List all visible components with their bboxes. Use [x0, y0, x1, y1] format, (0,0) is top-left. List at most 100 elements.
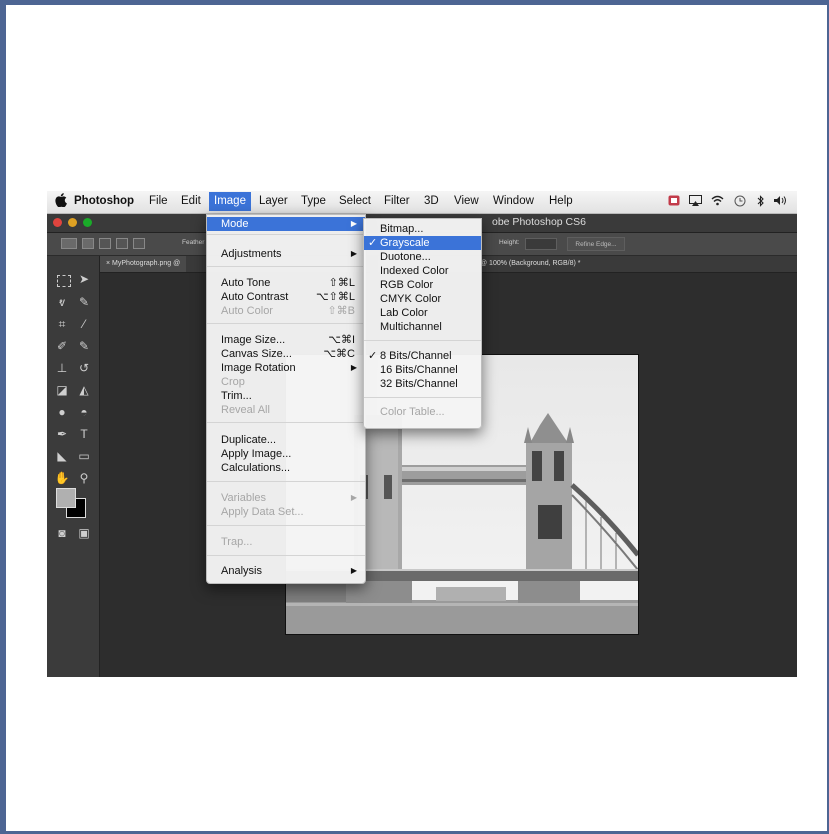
menu-item-grayscale[interactable]: ✓ Grayscale [364, 236, 481, 250]
menu-item-image-size[interactable]: Image Size... ⌥⌘I [207, 333, 365, 347]
menu-item-label: Multichannel [380, 321, 442, 333]
airplay-icon[interactable] [689, 195, 702, 207]
height-input[interactable] [525, 238, 557, 250]
new-selection-icon[interactable] [82, 238, 94, 249]
menu-item-lab-color[interactable]: Lab Color [364, 306, 481, 320]
hand-tool-icon[interactable]: ✋ [53, 469, 71, 487]
menu-item-trap[interactable]: Trap... [207, 535, 365, 549]
menu-item-reveal-all[interactable]: Reveal All [207, 403, 365, 417]
document-tab[interactable]: × MyPhotograph.png @ [100, 256, 187, 272]
intersect-selection-icon[interactable] [133, 238, 145, 249]
menubar-edit[interactable]: Edit [181, 195, 201, 207]
menubar-help[interactable]: Help [549, 195, 573, 207]
clone-stamp-icon[interactable]: ⊥ [53, 359, 71, 377]
menu-item-label: RGB Color [380, 279, 434, 291]
rectangle-tool-icon[interactable]: ▭ [75, 447, 93, 465]
submenu-arrow-icon: ▶ [350, 219, 357, 228]
paint-bucket-icon[interactable]: ◭ [75, 381, 93, 399]
eraser-icon[interactable]: ◪ [53, 381, 71, 399]
menubar-layer[interactable]: Layer [259, 195, 288, 207]
healing-brush-icon[interactable]: ✐ [53, 337, 71, 355]
menu-item-auto-contrast[interactable]: Auto Contrast ⌥⇧⌘L [207, 290, 365, 304]
menubar-select[interactable]: Select [339, 195, 371, 207]
menu-item-apply-data-set[interactable]: Apply Data Set... [207, 505, 365, 519]
menubar-window[interactable]: Window [493, 195, 534, 207]
menu-item-multichannel[interactable]: Multichannel [364, 320, 481, 334]
zoom-window-button[interactable] [83, 218, 92, 227]
menu-item-label: Apply Data Set... [221, 506, 304, 518]
menu-item-auto-tone[interactable]: Auto Tone ⇧⌘L [207, 276, 365, 290]
pen-tool-icon[interactable]: ✒ [53, 425, 71, 443]
menu-item-duotone[interactable]: Duotone... [364, 250, 481, 264]
menu-item-variables[interactable]: Variables ▶ [207, 491, 365, 505]
menu-separator [207, 234, 365, 235]
brush-tool-icon[interactable]: ✎ [75, 337, 93, 355]
menu-item-label: Duplicate... [221, 434, 277, 446]
dodge-tool-icon[interactable]: ◓ [75, 403, 93, 421]
menubar-app-name[interactable]: Photoshop [74, 195, 134, 207]
menu-item-label: Auto Color [221, 305, 273, 317]
menu-item-16-bits[interactable]: 16 Bits/Channel [364, 363, 481, 377]
menu-item-auto-color[interactable]: Auto Color ⇧⌘B [207, 304, 365, 318]
menu-item-label: 8 Bits/Channel [380, 350, 452, 362]
menu-item-bitmap[interactable]: Bitmap... [364, 222, 481, 236]
lasso-tool-icon[interactable]: ⱴ [53, 293, 71, 311]
history-brush-icon[interactable]: ↺ [75, 359, 93, 377]
menu-item-rgb-color[interactable]: RGB Color [364, 278, 481, 292]
menu-item-label: Apply Image... [221, 448, 292, 460]
type-tool-icon[interactable]: T [75, 425, 93, 443]
close-window-button[interactable] [53, 218, 62, 227]
wifi-icon[interactable] [711, 195, 724, 207]
menu-item-shortcut: ⇧⌘L [328, 277, 355, 289]
menu-item-trim[interactable]: Trim... [207, 389, 365, 403]
menu-item-mode[interactable]: Mode ▶ [207, 217, 365, 231]
menu-item-label: Grayscale [380, 237, 430, 249]
menu-item-label: Bitmap... [380, 223, 424, 235]
refine-edge-button[interactable]: Refine Edge... [567, 237, 625, 251]
menubar-3d[interactable]: 3D [424, 195, 439, 207]
menubar-type[interactable]: Type [301, 195, 326, 207]
menu-item-8-bits[interactable]: ✓ 8 Bits/Channel [364, 349, 481, 363]
menu-item-adjustments[interactable]: Adjustments ▶ [207, 247, 365, 261]
menubar-file[interactable]: File [149, 195, 168, 207]
menu-item-color-table[interactable]: Color Table... [364, 405, 481, 419]
move-tool-icon[interactable]: ➤ [75, 270, 93, 288]
menu-item-calculations[interactable]: Calculations... [207, 461, 365, 475]
menubar-image[interactable]: Image [209, 192, 251, 211]
quick-mask-icon[interactable]: ◙ [53, 524, 71, 542]
menu-item-crop[interactable]: Crop [207, 375, 365, 389]
menubar-view[interactable]: View [454, 195, 479, 207]
minimize-window-button[interactable] [68, 218, 77, 227]
marquee-tool-preset[interactable] [61, 238, 77, 249]
foreground-color-swatch[interactable] [56, 488, 76, 508]
quick-selection-icon[interactable]: ✎ [75, 293, 93, 311]
zoom-tool-icon[interactable]: ⚲ [75, 469, 93, 487]
bluetooth-icon[interactable] [754, 195, 767, 207]
window-title: obe Photoshop CS6 [492, 216, 586, 228]
time-machine-icon[interactable] [733, 195, 746, 207]
menu-item-apply-image[interactable]: Apply Image... [207, 447, 365, 461]
subtract-selection-icon[interactable] [116, 238, 128, 249]
menu-item-duplicate[interactable]: Duplicate... [207, 433, 365, 447]
submenu-arrow-icon: ▶ [350, 363, 357, 372]
menu-item-32-bits[interactable]: 32 Bits/Channel [364, 377, 481, 391]
height-label: Height: [499, 239, 520, 246]
screen-mode-icon[interactable]: ▣ [75, 524, 93, 542]
adobe-icon[interactable] [667, 195, 680, 207]
path-selection-icon[interactable]: ◣ [53, 447, 71, 465]
menubar-filter[interactable]: Filter [384, 195, 410, 207]
menu-item-label: Trap... [221, 536, 253, 548]
menu-item-label: Image Size... [221, 334, 286, 346]
apple-icon[interactable] [55, 193, 67, 207]
menu-item-cmyk-color[interactable]: CMYK Color [364, 292, 481, 306]
volume-icon[interactable] [773, 195, 786, 207]
blur-tool-icon[interactable]: ● [53, 403, 71, 421]
menu-item-image-rotation[interactable]: Image Rotation ▶ [207, 361, 365, 375]
crop-tool-icon[interactable]: ⌗ [53, 315, 71, 333]
menu-item-analysis[interactable]: Analysis ▶ [207, 564, 365, 578]
eyedropper-icon[interactable]: ⁄ [75, 315, 93, 333]
add-selection-icon[interactable] [99, 238, 111, 249]
rectangular-marquee-icon[interactable] [57, 275, 71, 287]
menu-item-indexed-color[interactable]: Indexed Color [364, 264, 481, 278]
menu-item-canvas-size[interactable]: Canvas Size... ⌥⌘C [207, 347, 365, 361]
